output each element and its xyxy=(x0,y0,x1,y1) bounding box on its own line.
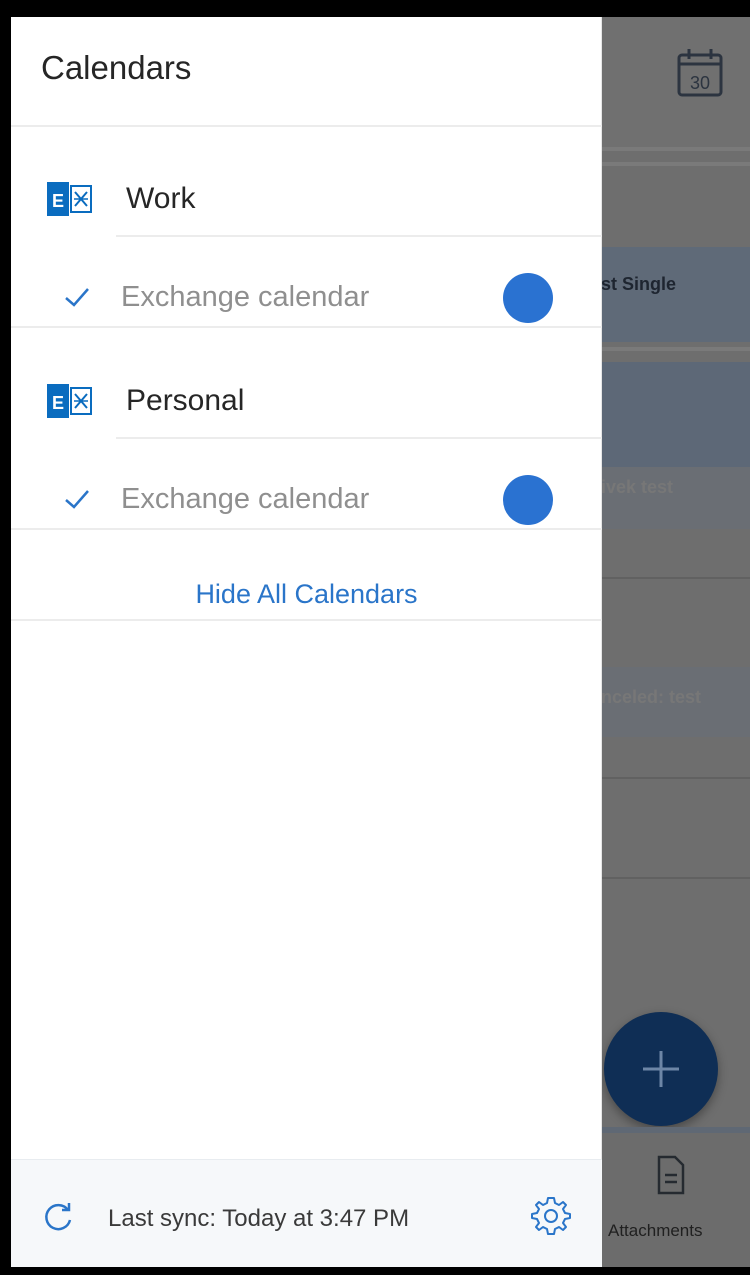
calendar-row[interactable]: Exchange calendar xyxy=(11,457,602,547)
background-event: st Single xyxy=(601,247,750,342)
svg-text:E: E xyxy=(52,191,64,211)
divider xyxy=(11,528,602,530)
last-sync-text: Last sync: Today at 3:47 PM xyxy=(108,1205,410,1232)
gear-icon[interactable] xyxy=(531,1196,571,1236)
refresh-icon[interactable] xyxy=(41,1200,75,1234)
divider xyxy=(11,619,602,621)
background-divider xyxy=(601,877,750,879)
screen: 30 st Single ivek test nceled: test Atta… xyxy=(11,17,750,1267)
calendar-color-dot[interactable] xyxy=(503,273,553,323)
drawer-footer: Last sync: Today at 3:47 PM xyxy=(11,1159,602,1267)
account-row-work: E Work xyxy=(11,142,602,247)
background-divider xyxy=(601,162,750,166)
account-name: Work xyxy=(126,182,196,215)
hide-all-calendars-button[interactable]: Hide All Calendars xyxy=(11,547,602,637)
attachments-tab-label[interactable]: Attachments xyxy=(608,1221,703,1241)
background-event: ivek test xyxy=(601,467,750,529)
background-event xyxy=(601,362,750,467)
background-divider xyxy=(601,147,750,151)
add-event-button[interactable] xyxy=(604,1012,718,1126)
calendar-day-number: 30 xyxy=(690,73,710,93)
background-divider xyxy=(601,777,750,779)
calendar-row[interactable]: Exchange calendar xyxy=(11,255,602,345)
background-event-title: st Single xyxy=(601,274,677,294)
background-event-title: nceled: test xyxy=(601,687,702,707)
plus-icon xyxy=(643,1051,679,1087)
divider xyxy=(11,125,602,127)
divider xyxy=(11,326,602,328)
svg-text:E: E xyxy=(52,393,64,413)
calendar-name: Exchange calendar xyxy=(121,281,370,313)
checkmark-icon xyxy=(63,285,91,309)
account-name: Personal xyxy=(126,384,245,417)
calendar-color-dot[interactable] xyxy=(503,475,553,525)
exchange-icon: E xyxy=(47,382,95,420)
calendar-today-icon: 30 xyxy=(676,47,724,97)
background-divider xyxy=(601,347,750,351)
background-divider xyxy=(601,577,750,579)
divider xyxy=(116,235,602,237)
background-event-title: ivek test xyxy=(601,477,674,497)
calendar-name: Exchange calendar xyxy=(121,483,370,515)
checkmark-icon xyxy=(63,487,91,511)
background-event: nceled: test xyxy=(601,667,750,737)
account-row-personal: E Personal xyxy=(11,344,602,449)
calendars-drawer: Calendars E Work Exchange calendar E Per… xyxy=(11,17,602,1267)
exchange-icon: E xyxy=(47,180,95,218)
divider xyxy=(116,437,602,439)
drawer-title: Calendars xyxy=(41,49,192,86)
document-icon xyxy=(656,1155,686,1200)
